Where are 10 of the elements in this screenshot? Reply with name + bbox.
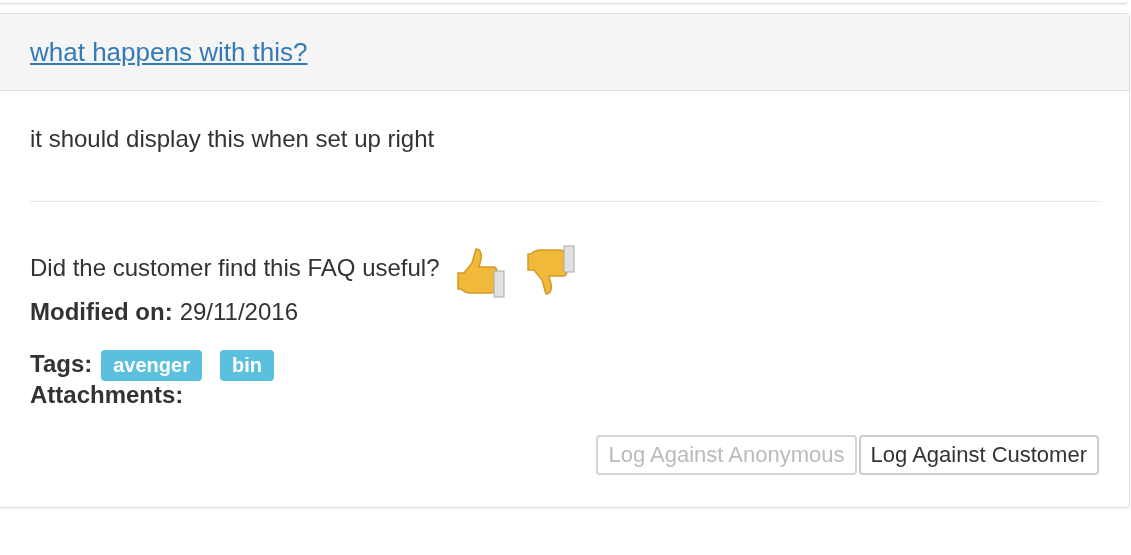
attachments-label: Attachments: bbox=[30, 381, 185, 409]
tag-label: bin bbox=[219, 350, 274, 381]
log-button[interactable]: Log Against Customer bbox=[858, 435, 1099, 475]
feedback-question: Did the customer find this FAQ useful? bbox=[30, 254, 440, 282]
faq-title-link[interactable]: what happens with this? bbox=[30, 36, 308, 68]
modified-date: 29/11/2016 bbox=[179, 298, 298, 326]
faq-answer: it should display this when set up right bbox=[30, 124, 436, 154]
tag-label: avenger bbox=[101, 350, 202, 381]
tags-label: Tags: bbox=[30, 349, 93, 378]
modified-label: Modified on: bbox=[30, 298, 173, 326]
